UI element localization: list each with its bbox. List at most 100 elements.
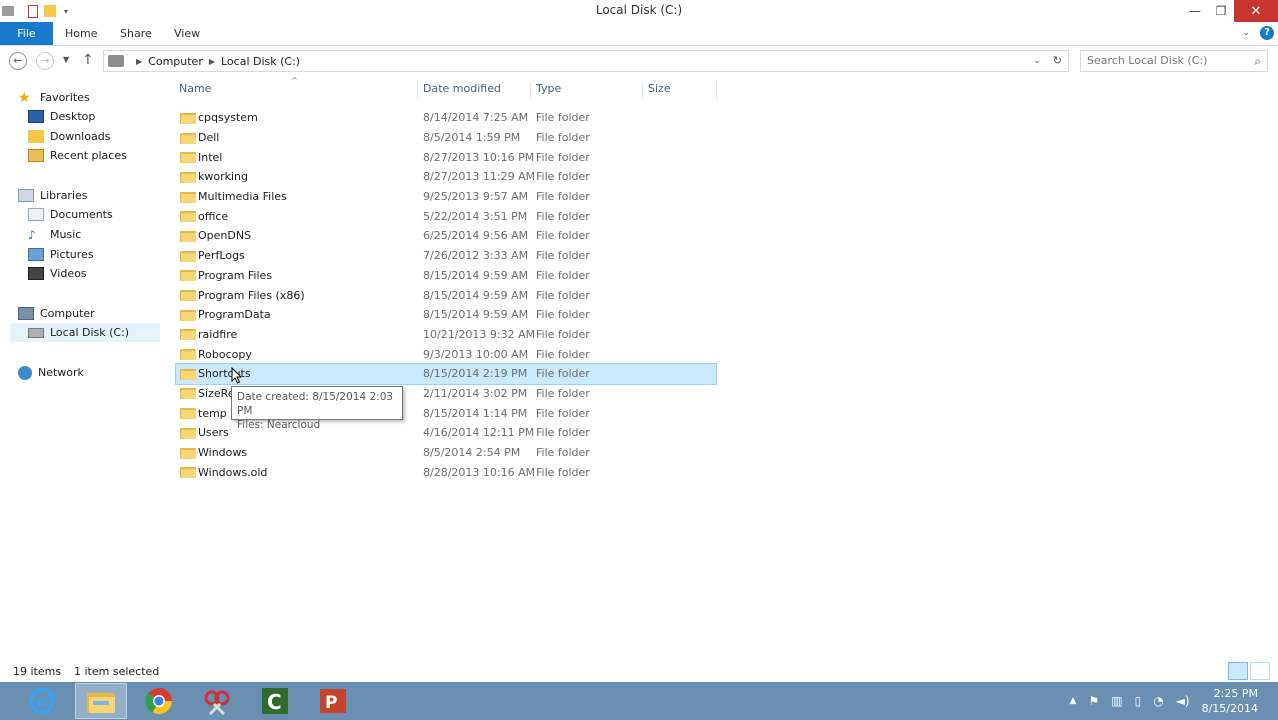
address-row: ← → ▼ ↑ ▶ Computer ▶ Local Disk (C:) ⌄ ↻… <box>0 46 1278 76</box>
nav-videos[interactable]: Videos <box>28 264 87 283</box>
address-bar[interactable]: ▶ Computer ▶ Local Disk (C:) ⌄ ↻ <box>103 50 1069 72</box>
ribbon-tabs: File Home Share View ⌄ ? <box>0 22 1278 46</box>
file-row[interactable]: Multimedia Files 9/25/2013 9:57 AM File fo… <box>176 187 716 207</box>
file-name: Dell <box>198 131 220 145</box>
column-header-type[interactable]: Type <box>536 82 561 100</box>
action-center-flag-icon[interactable]: ⚑ <box>1088 694 1099 708</box>
tab-view[interactable]: View <box>174 22 200 45</box>
file-row[interactable]: Program Files 8/15/2014 9:59 AM File folde… <box>176 266 716 286</box>
large-icons-view-icon[interactable] <box>1250 662 1270 680</box>
svg-text:P: P <box>325 693 337 713</box>
folder-icon <box>180 289 196 302</box>
tab-home[interactable]: Home <box>65 22 97 45</box>
file-date-modified: 8/15/2014 2:19 PM <box>423 367 528 381</box>
back-button[interactable]: ← <box>9 52 27 70</box>
nav-music[interactable]: ♪ Music <box>28 225 81 244</box>
nav-documents[interactable]: Documents <box>28 205 113 224</box>
column-divider[interactable] <box>642 82 643 100</box>
minimize-button[interactable]: — <box>1182 0 1208 22</box>
navigation-pane: ★ Favorites Desktop Downloads Recent pla… <box>0 78 168 658</box>
explorer-window: ▾ Local Disk (C:) — ❐ ✕ File Home Share … <box>0 0 1278 682</box>
battery-icon[interactable]: ▯ <box>1135 694 1142 708</box>
nav-local-disk-label: Local Disk (C:) <box>50 326 130 339</box>
forward-button[interactable]: → <box>36 52 54 70</box>
folder-icon <box>180 348 196 361</box>
maximize-button[interactable]: ❐ <box>1208 0 1234 22</box>
nav-computer[interactable]: Computer <box>18 304 95 323</box>
nav-downloads-label: Downloads <box>50 130 111 143</box>
file-row[interactable]: office 5/22/2014 3:51 PM File folder <box>176 206 716 226</box>
file-type: File folder <box>536 288 590 302</box>
volume-icon[interactable]: ◄) <box>1176 694 1190 708</box>
powerpoint-icon[interactable]: P <box>307 683 359 719</box>
file-row[interactable]: PerfLogs 7/26/2012 3:33 AM File folder <box>176 246 716 266</box>
column-divider[interactable] <box>530 82 531 100</box>
ie-icon[interactable]: e <box>16 683 68 719</box>
file-row[interactable]: OpenDNS 6/25/2014 9:56 AM File folder <box>176 226 716 246</box>
file-row[interactable]: Robocopy 9/3/2013 10:00 AM File folder <box>176 344 716 364</box>
nav-favorites[interactable]: ★ Favorites <box>18 88 90 107</box>
tooltip-files: Files: Nearcloud <box>237 419 321 431</box>
file-row[interactable]: cpqsystem 8/14/2014 7:25 AM File folder <box>176 108 716 128</box>
file-type: File folder <box>536 347 590 361</box>
search-input[interactable]: Search Local Disk (C:) ⌕ <box>1080 50 1268 72</box>
breadcrumb-computer[interactable]: Computer <box>148 55 203 68</box>
chrome-icon[interactable] <box>133 683 185 719</box>
folder-icon <box>180 309 196 321</box>
nav-desktop[interactable]: Desktop <box>28 107 95 126</box>
file-row[interactable]: Dell 8/5/2014 1:59 PM File folder <box>176 128 716 148</box>
file-row[interactable]: Windows.old 8/28/2013 10:16 AM File folder <box>176 462 716 482</box>
search-placeholder: Search Local Disk (C:) <box>1087 54 1208 67</box>
breadcrumb-separator-icon[interactable]: ▶ <box>209 57 215 66</box>
nav-computer-label: Computer <box>40 307 95 320</box>
tab-share[interactable]: Share <box>120 22 152 45</box>
help-icon[interactable]: ? <box>1260 26 1274 40</box>
nav-libraries-label: Libraries <box>40 189 88 202</box>
file-explorer-icon[interactable] <box>75 683 127 719</box>
search-icon[interactable]: ⌕ <box>1254 51 1261 71</box>
selection-count: 1 item selected <box>74 665 160 678</box>
file-date-modified: 8/15/2014 1:14 PM <box>423 406 528 420</box>
ribbon-right-controls: ⌄ ? <box>1242 26 1274 40</box>
item-count: 19 items <box>13 665 62 678</box>
column-header-size[interactable]: Size <box>648 82 671 100</box>
taskbar-clock[interactable]: 2:25 PM 8/15/2014 <box>1202 686 1258 716</box>
file-row[interactable]: Shortcuts 8/15/2014 2:19 PM File folder <box>175 362 717 385</box>
file-type: File folder <box>536 131 590 145</box>
breadcrumb-separator-icon[interactable]: ▶ <box>136 57 142 66</box>
folder-icon <box>180 230 196 242</box>
file-row[interactable]: raidfire 10/21/2013 9:32 AM File folder <box>176 325 716 345</box>
expand-ribbon-icon[interactable]: ⌄ <box>1242 28 1250 38</box>
wifi-icon[interactable]: ◔ <box>1153 694 1163 708</box>
nav-libraries[interactable]: Libraries <box>18 186 88 205</box>
nav-recent-places[interactable]: Recent places <box>28 146 127 165</box>
refresh-icon[interactable]: ↻ <box>1053 54 1062 67</box>
address-dropdown-icon[interactable]: ⌄ <box>1033 56 1041 66</box>
file-row[interactable]: Intel 8/27/2013 10:16 PM File folder <box>176 147 716 167</box>
column-header-date[interactable]: Date modified <box>423 82 501 100</box>
nav-pictures[interactable]: Pictures <box>28 245 94 264</box>
title-bar[interactable]: ▾ Local Disk (C:) — ❐ ✕ <box>0 0 1278 22</box>
file-name: PerfLogs <box>198 249 245 263</box>
close-button[interactable]: ✕ <box>1234 0 1278 22</box>
nav-local-disk[interactable]: Local Disk (C:) <box>10 323 160 342</box>
file-row[interactable]: Windows 8/5/2014 2:54 PM File folder <box>176 443 716 463</box>
details-view-icon[interactable] <box>1228 662 1248 680</box>
column-header-name[interactable]: Name <box>179 82 211 100</box>
nav-network[interactable]: Network <box>18 363 84 382</box>
file-row[interactable]: Program Files (x86) 8/15/2014 9:59 AM File… <box>176 285 716 305</box>
file-row[interactable]: ProgramData 8/15/2014 9:59 AM File folder <box>176 305 716 325</box>
show-hidden-icons-icon[interactable]: ▲ <box>1070 696 1077 706</box>
camtasia-icon[interactable]: C <box>249 683 301 719</box>
tab-file[interactable]: File <box>0 22 53 45</box>
file-type: File folder <box>536 229 590 243</box>
file-row[interactable]: kworking 8/27/2013 11:29 AM File folder <box>176 167 716 187</box>
snipping-tool-icon[interactable] <box>191 683 243 719</box>
breadcrumb-local-disk[interactable]: Local Disk (C:) <box>221 55 300 68</box>
nav-downloads[interactable]: Downloads <box>28 127 110 146</box>
column-divider[interactable] <box>417 82 418 100</box>
network-status-icon[interactable]: ▥ <box>1111 694 1122 708</box>
recent-locations-dropdown-icon[interactable]: ▼ <box>63 55 69 64</box>
column-divider[interactable] <box>716 82 717 100</box>
up-button[interactable]: ↑ <box>82 52 94 68</box>
